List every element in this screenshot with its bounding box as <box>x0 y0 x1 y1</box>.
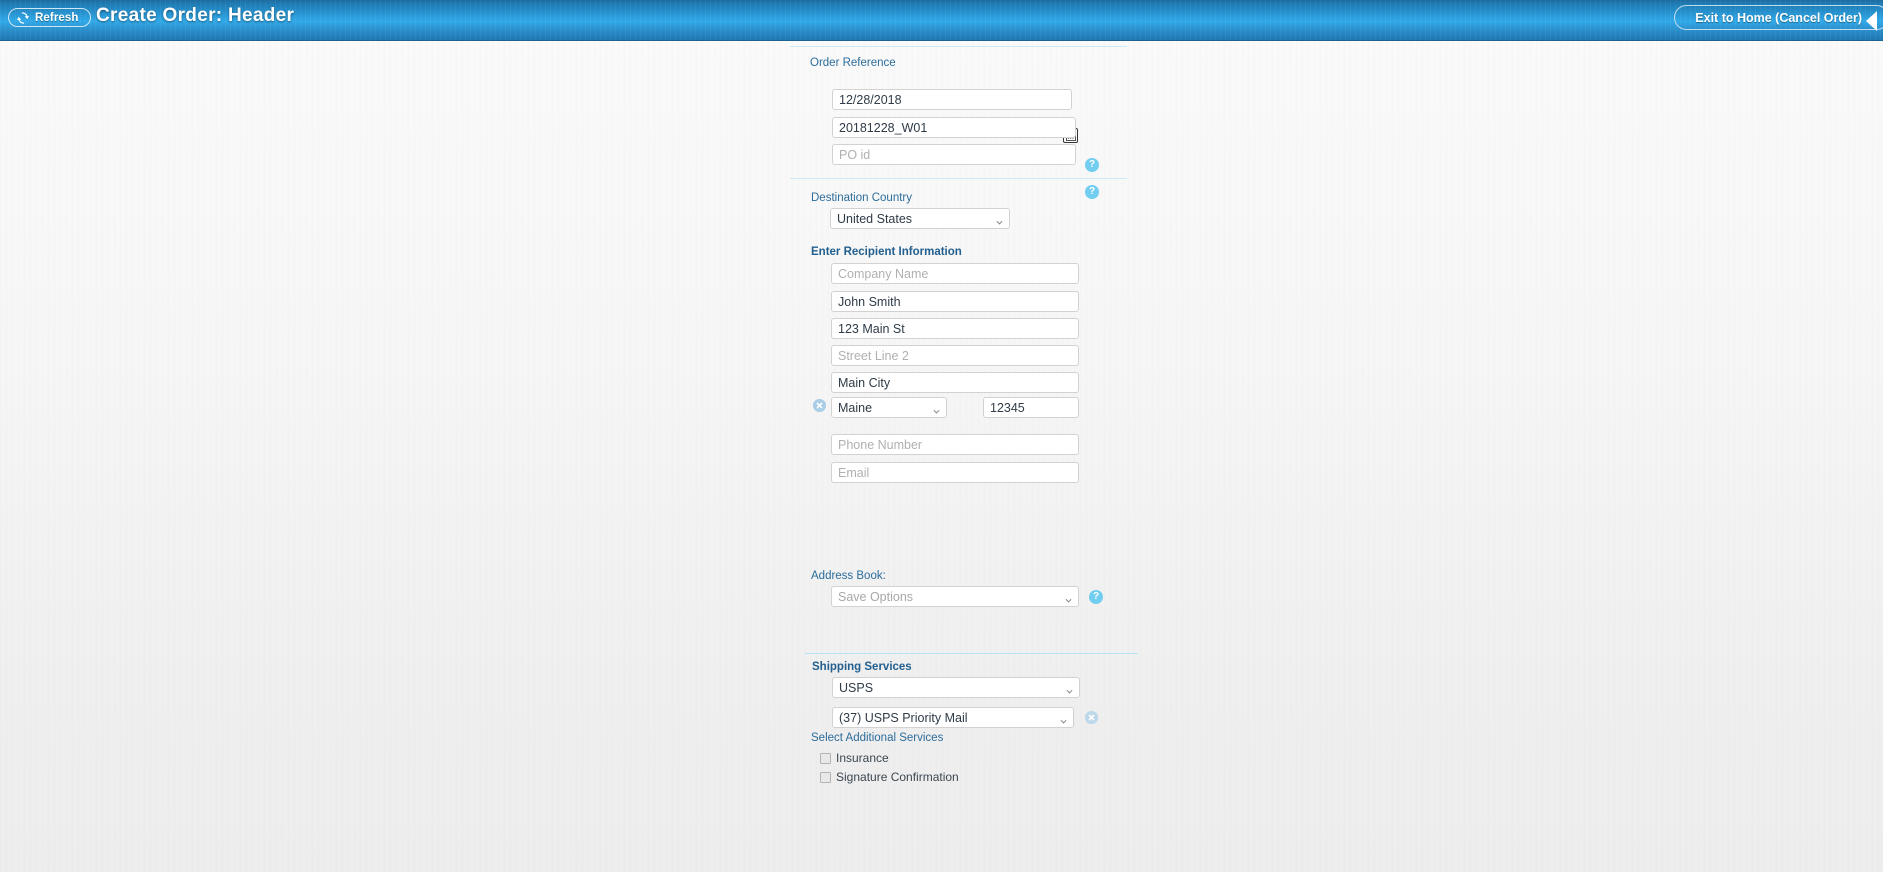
order-id-input[interactable] <box>832 117 1076 138</box>
company-name-input[interactable] <box>831 263 1079 284</box>
additional-services-label: Select Additional Services <box>811 732 944 744</box>
destination-country-value: United States <box>837 211 913 226</box>
recipient-legend: Enter Recipient Information <box>811 246 962 258</box>
signature-confirmation-checkbox[interactable] <box>820 771 831 783</box>
recipient-name-input[interactable] <box>831 291 1079 312</box>
shipping-services-legend: Shipping Services <box>812 661 912 673</box>
signature-confirmation-label: Signature Confirmation <box>836 770 959 784</box>
address-book-label: Address Book: <box>811 570 886 582</box>
state-select[interactable]: Maine <box>831 397 947 418</box>
clear-state-icon[interactable] <box>813 399 826 412</box>
street-line-1-input[interactable] <box>831 318 1079 339</box>
page-title: Create Order: Header <box>96 5 295 26</box>
insurance-checkbox[interactable] <box>820 752 831 764</box>
address-book-save-options-value: Save Options <box>838 589 914 604</box>
destination-country-label: Destination Country <box>811 192 912 204</box>
additional-service-insurance[interactable]: Insurance <box>820 751 889 765</box>
chevron-down-icon <box>1065 593 1072 603</box>
divider-top <box>790 46 1127 47</box>
insurance-label: Insurance <box>836 751 889 765</box>
refresh-icon <box>16 11 30 25</box>
po-id-input[interactable] <box>832 144 1076 165</box>
service-select[interactable]: (37) USPS Priority Mail <box>832 707 1074 728</box>
refresh-button[interactable]: Refresh <box>8 8 91 27</box>
destination-country-select[interactable]: United States <box>830 208 1010 229</box>
chevron-down-icon <box>1060 714 1067 724</box>
order-reference-legend: Order Reference <box>810 57 896 69</box>
state-value: Maine <box>838 400 873 415</box>
exit-to-home-button[interactable]: Exit to Home (Cancel Order) <box>1674 5 1883 30</box>
email-input[interactable] <box>831 462 1079 483</box>
address-book-save-options-select[interactable]: Save Options <box>831 586 1079 607</box>
address-book-help-icon[interactable]: ? <box>1089 590 1103 604</box>
street-line-2-input[interactable] <box>831 345 1079 366</box>
refresh-button-label: Refresh <box>35 11 79 24</box>
service-value: (37) USPS Priority Mail <box>839 710 968 725</box>
city-input[interactable] <box>831 372 1079 393</box>
divider-shipping-services-top <box>805 653 1138 654</box>
carrier-value: USPS <box>839 680 874 695</box>
chevron-down-icon <box>1066 684 1073 694</box>
zip-input[interactable] <box>983 397 1079 418</box>
exit-to-home-label: Exit to Home (Cancel Order) <box>1695 10 1862 25</box>
carrier-select[interactable]: USPS <box>832 677 1080 698</box>
order-date-input[interactable] <box>832 89 1072 110</box>
po-id-help-icon[interactable]: ? <box>1085 185 1099 199</box>
chevron-down-icon <box>933 404 940 414</box>
app-header-bar: Refresh Create Order: Header Exit to Hom… <box>0 0 1883 41</box>
additional-service-signature-confirmation[interactable]: Signature Confirmation <box>820 770 959 784</box>
phone-number-input[interactable] <box>831 434 1079 455</box>
chevron-down-icon <box>996 215 1003 225</box>
chevron-left-icon <box>1861 8 1883 34</box>
divider-order-reference-bottom <box>790 178 1127 179</box>
order-id-help-icon[interactable]: ? <box>1085 158 1099 172</box>
clear-service-icon[interactable] <box>1085 711 1098 724</box>
